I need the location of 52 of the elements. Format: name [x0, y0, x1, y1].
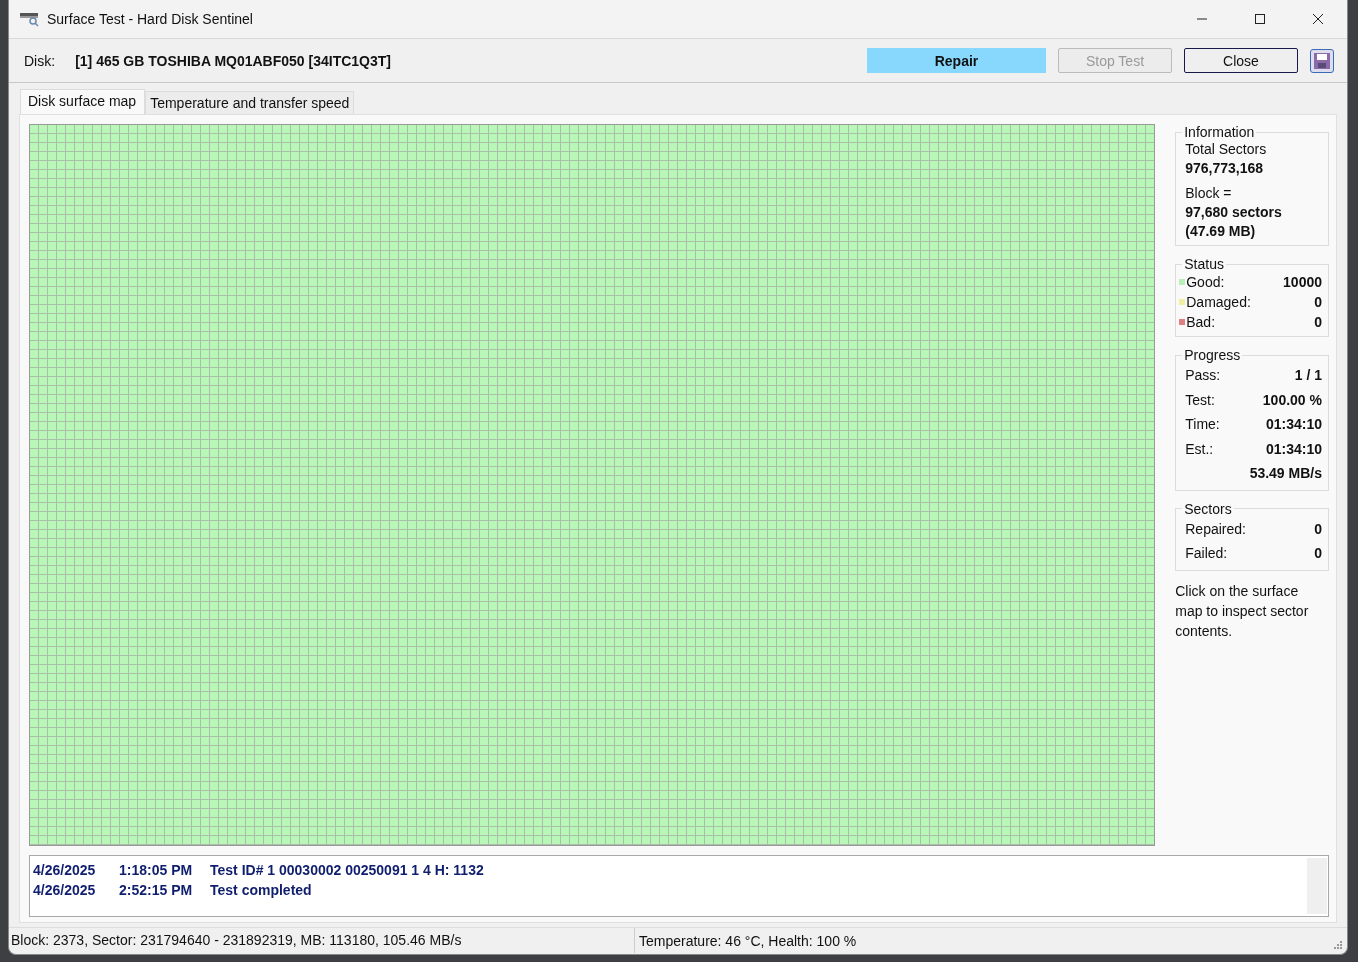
status-text: Block: 2373, Sector: 231794640 - 231892319, MB: 113180, 105.46 MB/s: [9, 928, 635, 953]
row-label: Repaired:: [1185, 519, 1247, 539]
action-button[interactable]: Close: [1184, 48, 1298, 73]
hint-text: Click on the surface map to inspect sector contents.: [1175, 581, 1310, 641]
close-icon[interactable]: [1312, 13, 1324, 25]
group-title: Sectors: [1183, 500, 1233, 517]
row-value: 0: [1314, 293, 1322, 312]
status-text: Temperature: 46 °C, Health: 100 %: [638, 932, 857, 949]
tab[interactable]: Disk surface map: [20, 89, 146, 117]
row-value: 0: [1314, 544, 1322, 563]
surface-map[interactable]: [29, 124, 1156, 846]
row-label: Est.:: [1185, 439, 1215, 459]
group-title: Status: [1183, 256, 1225, 272]
tab[interactable]: Temperature and transfer speed: [145, 91, 355, 117]
save-button[interactable]: [1310, 48, 1334, 73]
row-label: Failed:: [1185, 544, 1229, 563]
log-date: 4/26/2025: [33, 881, 97, 900]
log-message: Test completed: [210, 881, 312, 900]
row-value: 0: [1314, 519, 1322, 539]
log-message: Test ID# 1 00030002 00250091 1 4 H: 1132: [210, 861, 484, 880]
minimize-icon[interactable]: [1196, 18, 1208, 20]
row-value: 1 / 1: [1294, 366, 1322, 385]
total-sectors-label: Total Sectors: [1185, 140, 1268, 159]
scrollbar[interactable]: [1307, 858, 1327, 914]
log-time: 1:18:05 PM: [119, 861, 194, 880]
row-label: Test:: [1185, 390, 1216, 410]
row-label: Pass:: [1185, 366, 1222, 385]
log-time: 2:52:15 PM: [119, 881, 194, 900]
block-label: Block =: [1185, 184, 1233, 203]
block-value: 97,680 sectors: [1185, 203, 1283, 222]
row-value: 10000: [1283, 273, 1322, 292]
row-value: 53.49 MB/s: [1249, 464, 1322, 483]
row-value: 01:34:10: [1265, 415, 1322, 434]
action-button[interactable]: Repair: [867, 48, 1046, 73]
row-label: Bad:: [1186, 313, 1217, 332]
group-title: Progress: [1183, 347, 1242, 363]
hard-drive-icon: [20, 11, 40, 27]
row-value: 01:34:10: [1265, 439, 1322, 459]
row-label: Damaged:: [1186, 293, 1252, 312]
window-title: Surface Test - Hard Disk Sentinel: [47, 11, 253, 27]
group-title: Information: [1183, 124, 1256, 140]
log-date: 4/26/2025: [33, 861, 97, 880]
resize-grip-icon[interactable]: [1332, 940, 1342, 951]
disk-label: Disk:: [24, 52, 56, 69]
row-value: 0: [1314, 313, 1322, 332]
row-label: Time:: [1185, 415, 1221, 434]
total-sectors-value: 976,773,168: [1185, 159, 1265, 178]
row-label: Good:: [1186, 273, 1226, 292]
row-value: 100.00 %: [1262, 390, 1322, 410]
maximize-icon[interactable]: [1254, 13, 1266, 25]
block-size: (47.69 MB): [1185, 222, 1257, 241]
disk-name: [1] 465 GB TOSHIBA MQ01ABF050 [34ITC1Q3T]: [75, 52, 391, 69]
